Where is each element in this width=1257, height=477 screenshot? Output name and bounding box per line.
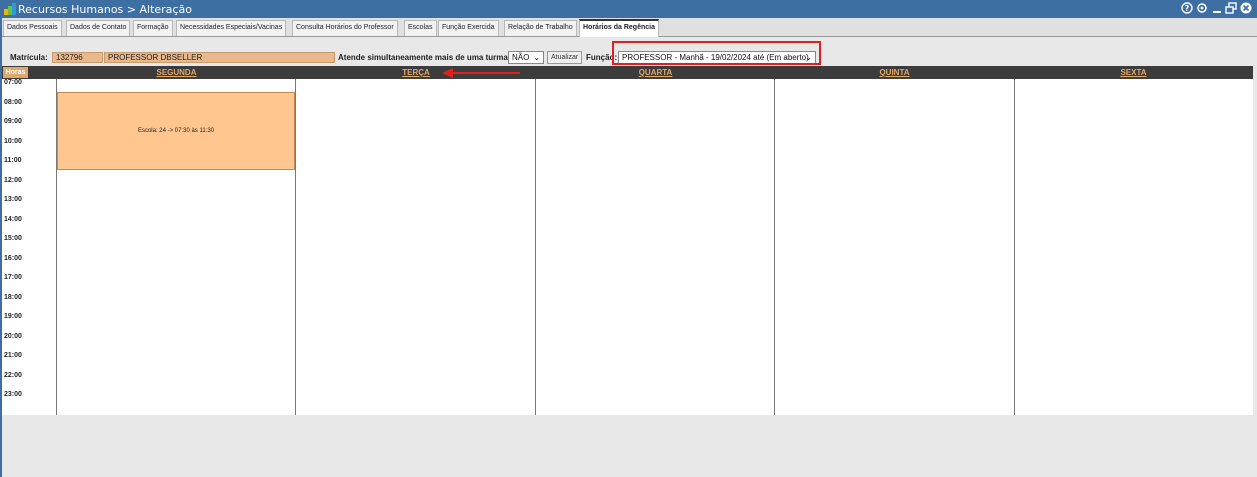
column-divider xyxy=(295,79,296,415)
window-titlebar: Recursos Humanos > Alteração ? xyxy=(0,0,1257,18)
hour-label: 07:00 xyxy=(4,79,22,86)
funcao-highlight-box xyxy=(612,41,821,65)
annotation-arrow-icon xyxy=(442,68,520,78)
minimize-icon[interactable] xyxy=(1210,2,1224,16)
hour-label: 12:00 xyxy=(4,177,22,184)
hour-label: 13:00 xyxy=(4,196,22,203)
atualizar-button[interactable]: Atualizar xyxy=(547,51,583,64)
matricula-label: Matrícula: xyxy=(10,53,48,62)
hour-label: 18:00 xyxy=(4,294,22,301)
hour-label: 19:00 xyxy=(4,313,22,320)
tab-relacao-de-trabalho[interactable]: Relação de Trabalho xyxy=(504,20,577,36)
atende-select[interactable]: NÃO ⌄ xyxy=(508,51,544,64)
tab-dados-pessoais[interactable]: Dados Pessoais xyxy=(3,20,62,36)
atende-label: Atende simultaneamente mais de uma turma… xyxy=(338,53,511,62)
empty-footer-area xyxy=(0,415,1257,477)
hour-label: 11:00 xyxy=(4,157,22,164)
hour-label: 15:00 xyxy=(4,235,22,242)
horas-header: Horas xyxy=(3,67,28,78)
column-divider xyxy=(1014,79,1015,415)
gear-icon[interactable] xyxy=(1195,2,1209,16)
hour-label: 20:00 xyxy=(4,333,22,340)
close-icon[interactable] xyxy=(1239,2,1253,16)
hour-label: 23:00 xyxy=(4,391,22,398)
window-left-border xyxy=(0,18,2,477)
column-divider xyxy=(535,79,536,415)
tab-dados-de-contato[interactable]: Dados de Contato xyxy=(66,20,131,36)
matricula-field: 132796 xyxy=(52,52,103,63)
hour-label: 17:00 xyxy=(4,274,22,281)
tab-escolas[interactable]: Escolas xyxy=(404,20,437,36)
restore-icon[interactable] xyxy=(1224,2,1238,16)
hour-label: 08:00 xyxy=(4,99,22,106)
hour-label: 21:00 xyxy=(4,352,22,359)
day-header-quinta[interactable]: QUINTA xyxy=(775,66,1014,79)
tab-formacao[interactable]: Formação xyxy=(133,20,173,36)
hour-label: 09:00 xyxy=(4,118,22,125)
tab-horarios-da-regencia[interactable]: Horários da Regência xyxy=(579,19,659,37)
help-icon[interactable]: ? xyxy=(1180,2,1194,16)
column-divider xyxy=(774,79,775,415)
tab-consulta-horarios[interactable]: Consulta Horários do Professor xyxy=(292,20,398,36)
atende-select-value: NÃO xyxy=(512,53,530,62)
chevron-down-icon: ⌄ xyxy=(533,53,540,62)
hour-label: 22:00 xyxy=(4,372,22,379)
app-logo-icon xyxy=(4,3,16,15)
nome-field: PROFESSOR DBSELLER xyxy=(104,52,335,63)
svg-text:?: ? xyxy=(1185,4,1190,13)
day-header-quarta[interactable]: QUARTA xyxy=(536,66,775,79)
tab-funcao-exercida[interactable]: Função Exercida xyxy=(438,20,499,36)
day-header-segunda[interactable]: SEGUNDA xyxy=(57,66,296,79)
hour-label: 14:00 xyxy=(4,216,22,223)
hour-label: 16:00 xyxy=(4,255,22,262)
tab-bar: Dados Pessoais Dados de Contato Formação… xyxy=(0,18,1257,37)
day-header-sexta[interactable]: SEXTA xyxy=(1014,66,1253,79)
hour-label: 10:00 xyxy=(4,138,22,145)
tab-necessidades-especiais[interactable]: Necessidades Especiais/Vacinas xyxy=(176,20,287,36)
schedule-entry-segunda[interactable]: Escola: 24 -> 07:30 às 11:30 xyxy=(57,92,295,170)
window-title: Recursos Humanos > Alteração xyxy=(18,3,192,16)
